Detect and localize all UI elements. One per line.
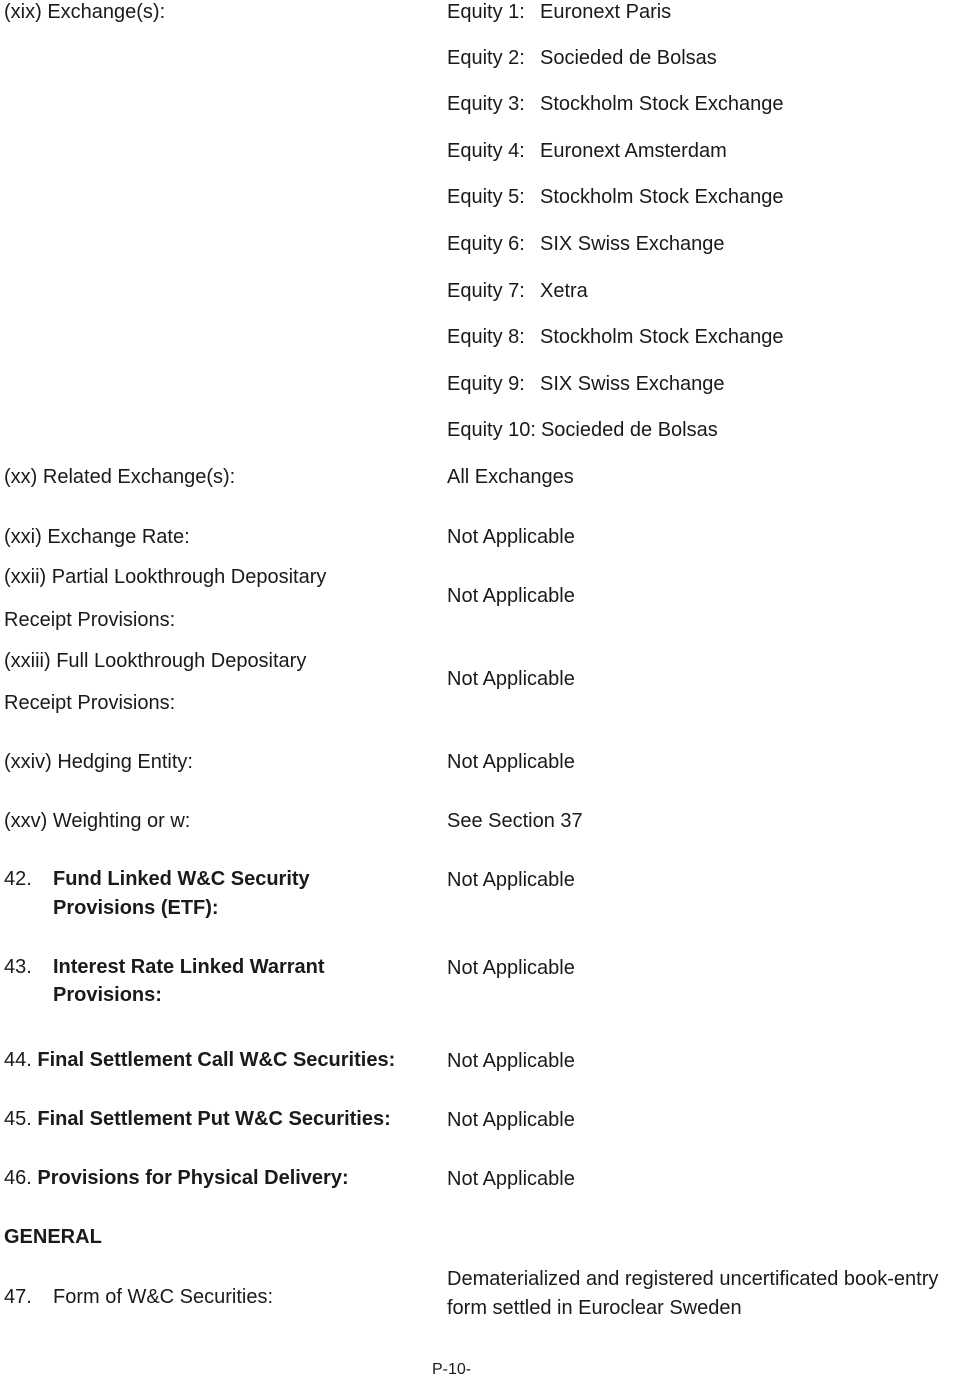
equity-label: Equity 5: xyxy=(447,186,525,208)
exchange-rate-label: (xxi) Exchange Rate: xyxy=(4,526,190,548)
equity-label: Equity 3: xyxy=(447,93,525,115)
item-43-title-line2: Provisions: xyxy=(53,984,162,1006)
item-44-value: Not Applicable xyxy=(447,1050,575,1072)
item-46-value: Not Applicable xyxy=(447,1168,575,1190)
equity-label: Equity 8: xyxy=(447,326,525,348)
item-47-value-line1: Dematerialized and registered uncertific… xyxy=(447,1268,939,1290)
list-item: Equity 9: SIX Swiss Exchange xyxy=(447,372,725,396)
item-42-title-line2: Provisions (ETF): xyxy=(53,897,219,919)
list-item: Equity 3: Stockholm Stock Exchange xyxy=(447,92,783,116)
item-47-title: Form of W&C Securities: xyxy=(53,1286,274,1308)
equity-exchange: Stockholm Stock Exchange xyxy=(540,326,784,348)
item-46-number: 46. xyxy=(4,1167,32,1189)
exchanges-label: (xix) Exchange(s): xyxy=(4,1,166,23)
equity-label: Equity 7: xyxy=(447,280,525,302)
item-45-number: 45. xyxy=(4,1108,32,1130)
equity-exchange: Euronext Amsterdam xyxy=(540,140,727,162)
equity-exchange: SIX Swiss Exchange xyxy=(540,233,725,255)
item-42-title-line1: Fund Linked W&C Security xyxy=(53,868,310,890)
equity-label: Equity 6: xyxy=(447,233,525,255)
equity-label: Equity 9: xyxy=(447,373,525,395)
page-number: P-10- xyxy=(432,1361,472,1378)
list-item: Equity 1: Euronext Paris xyxy=(447,0,671,24)
exchange-rate-value: Not Applicable xyxy=(447,526,575,548)
list-item: Equity 2: Socieded de Bolsas xyxy=(447,46,717,70)
item-43-number: 43. xyxy=(4,956,32,978)
equity-exchange: SIX Swiss Exchange xyxy=(540,373,725,395)
full-lookthrough-label-line1: (xxiii) Full Lookthrough Depositary xyxy=(4,650,307,672)
equity-exchange: Socieded de Bolsas xyxy=(540,419,718,441)
item-42-number: 42. xyxy=(4,868,32,890)
weighting-value: See Section 37 xyxy=(447,810,583,832)
equity-exchange: Xetra xyxy=(540,280,588,302)
equity-exchange: Stockholm Stock Exchange xyxy=(540,93,784,115)
hedging-entity-value: Not Applicable xyxy=(447,751,575,773)
equity-label: Equity 4: xyxy=(447,140,525,162)
item-43-title-line1: Interest Rate Linked Warrant xyxy=(53,956,325,978)
equity-exchange: Socieded de Bolsas xyxy=(540,47,717,69)
equity-exchange: Stockholm Stock Exchange xyxy=(540,186,784,208)
item-44-heading: 44. Final Settlement Call W&C Securities… xyxy=(4,1048,395,1072)
equity-label: Equity 1: xyxy=(447,1,525,23)
partial-lookthrough-value: Not Applicable xyxy=(447,585,575,607)
list-item: Equity 10: Socieded de Bolsas xyxy=(447,418,718,442)
list-item: Equity 7: Xetra xyxy=(447,279,588,303)
partial-lookthrough-label-line2: Receipt Provisions: xyxy=(4,609,176,631)
item-46-heading: 46. Provisions for Physical Delivery: xyxy=(4,1166,349,1190)
equity-exchange: Euronext Paris xyxy=(540,1,672,23)
list-item: Equity 8: Stockholm Stock Exchange xyxy=(447,325,783,349)
related-exchanges-value: All Exchanges xyxy=(447,466,574,488)
item-44-title: Final Settlement Call W&C Securities: xyxy=(37,1049,396,1071)
equity-label: Equity 2: xyxy=(447,47,525,69)
item-42-value: Not Applicable xyxy=(447,869,575,891)
partial-lookthrough-label-line1: (xxii) Partial Lookthrough Depositary xyxy=(4,566,327,588)
item-46-title: Provisions for Physical Delivery: xyxy=(37,1167,349,1189)
item-45-heading: 45. Final Settlement Put W&C Securities: xyxy=(4,1107,391,1131)
item-47-number: 47. xyxy=(4,1286,32,1308)
full-lookthrough-value: Not Applicable xyxy=(447,668,575,690)
item-47-value-line2: form settled in Euroclear Sweden xyxy=(447,1297,742,1319)
item-44-number: 44. xyxy=(4,1049,32,1071)
item-43-value: Not Applicable xyxy=(447,957,575,979)
hedging-entity-label: (xxiv) Hedging Entity: xyxy=(4,751,193,773)
item-45-title: Final Settlement Put W&C Securities: xyxy=(37,1108,391,1130)
weighting-label: (xxv) Weighting or w: xyxy=(4,810,191,832)
list-item: Equity 5: Stockholm Stock Exchange xyxy=(447,185,783,209)
general-section-heading: GENERAL xyxy=(4,1226,102,1248)
item-45-value: Not Applicable xyxy=(447,1109,575,1131)
list-item: Equity 4: Euronext Amsterdam xyxy=(447,139,727,163)
list-item: Equity 6: SIX Swiss Exchange xyxy=(447,232,725,256)
equity-label: Equity 10: xyxy=(447,419,536,441)
full-lookthrough-label-line2: Receipt Provisions: xyxy=(4,692,176,714)
related-exchanges-label: (xx) Related Exchange(s): xyxy=(4,466,236,488)
